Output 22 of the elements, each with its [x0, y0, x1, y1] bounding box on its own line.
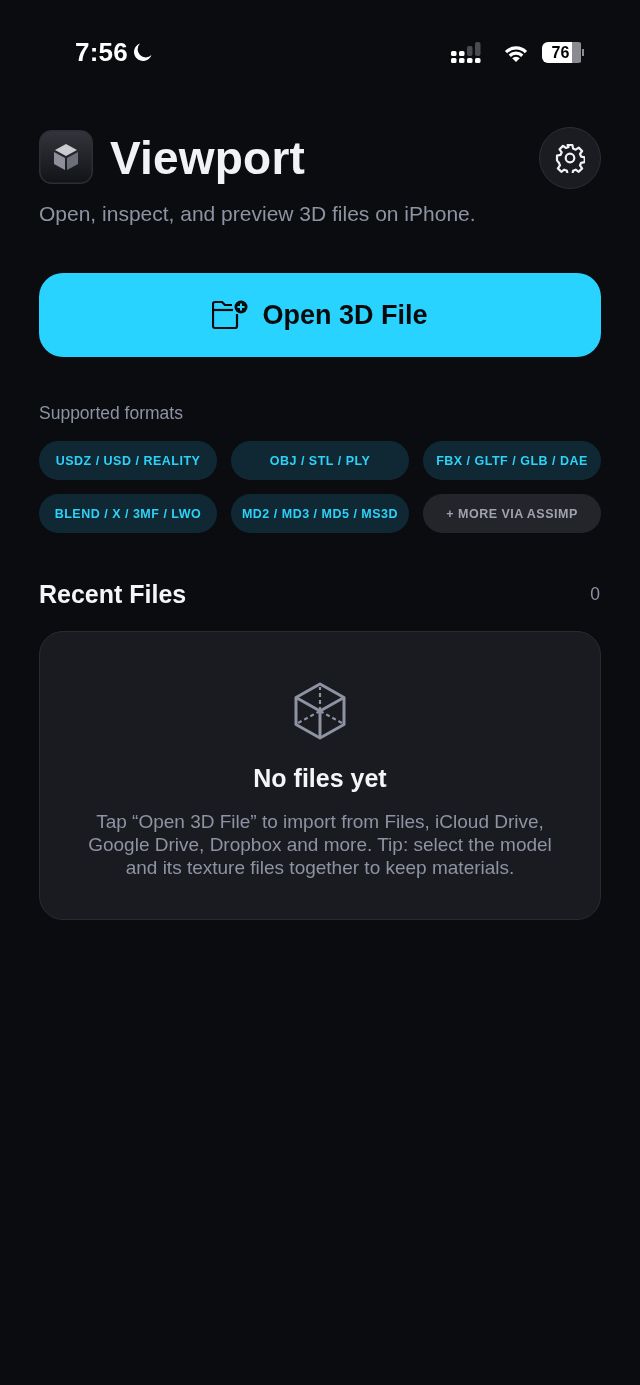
- moon-icon: [131, 41, 153, 63]
- folder-plus-icon: [212, 300, 249, 330]
- format-tag: OBJ / STL / PLY: [231, 441, 409, 480]
- format-tag: MD2 / MD3 / MD5 / MS3D: [231, 494, 409, 533]
- empty-state-message: Tap “Open 3D File” to import from Files, iCloud Drive, Google Drive, Dropbox and more. Tip: select the model and its texture files together to keep materials.: [87, 810, 553, 879]
- supported-formats-heading: Supported formats: [39, 402, 184, 424]
- cube-outline-icon: [293, 682, 347, 740]
- format-tag: FBX / GLTF / GLB / DAE: [423, 441, 601, 480]
- empty-state-title: No files yet: [253, 763, 387, 793]
- format-tag: USDZ / USD / REALITY: [39, 441, 217, 480]
- recent-files-count: 0: [590, 583, 600, 605]
- app-subtitle: Open, inspect, and preview 3D files on iPhone.: [39, 201, 477, 227]
- signal-icon: [451, 41, 481, 63]
- app-title: Viewport: [110, 131, 305, 185]
- more-formats-tag: + MORE VIA ASSIMP: [423, 494, 601, 533]
- format-tag: BLEND / X / 3MF / LWO: [39, 494, 217, 533]
- app-cube-icon: [39, 129, 93, 184]
- battery-indicator: 76: [542, 41, 584, 63]
- status-time: 7:56: [75, 37, 128, 67]
- open-3d-file-button[interactable]: Open 3D File: [39, 273, 601, 357]
- recent-files-heading: Recent Files: [39, 579, 187, 609]
- settings-icon: [555, 143, 585, 173]
